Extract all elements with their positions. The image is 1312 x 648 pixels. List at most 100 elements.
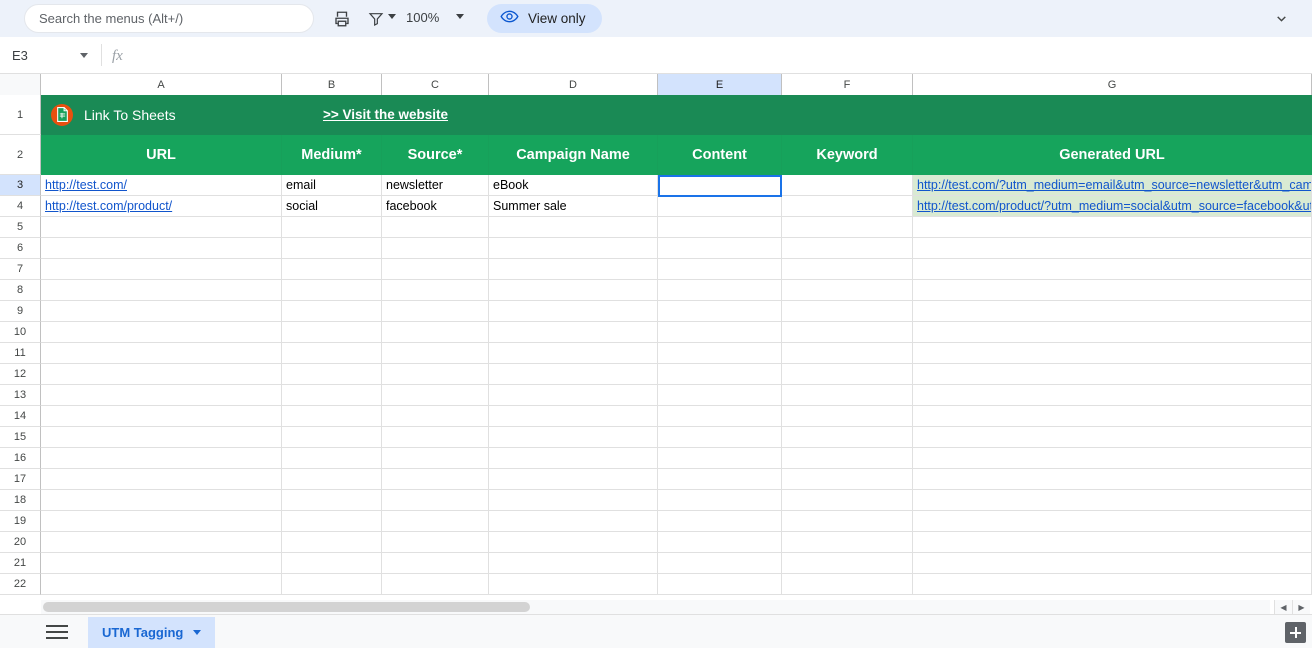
cell-g21[interactable] bbox=[913, 553, 1312, 574]
cell-d15[interactable] bbox=[489, 427, 658, 448]
cell-a17[interactable] bbox=[41, 469, 282, 490]
cell-e10[interactable] bbox=[658, 322, 782, 343]
cell-c21[interactable] bbox=[382, 553, 489, 574]
cell-e4[interactable] bbox=[658, 196, 782, 217]
cell-e9[interactable] bbox=[658, 301, 782, 322]
row-header-1[interactable]: 1 bbox=[0, 95, 41, 135]
row-header-12[interactable]: 12 bbox=[0, 364, 41, 385]
spreadsheet-grid[interactable]: A B C D E F G 1 2 3 4 5 6 7 8 9 10 11 12… bbox=[0, 74, 1312, 598]
cell-e15[interactable] bbox=[658, 427, 782, 448]
cell-d5[interactable] bbox=[489, 217, 658, 238]
cell-d12[interactable] bbox=[489, 364, 658, 385]
row-header-21[interactable]: 21 bbox=[0, 553, 41, 574]
cell-a3[interactable]: http://test.com/ bbox=[41, 175, 282, 196]
cell-b1-visit-link[interactable]: >> Visit the website bbox=[282, 95, 489, 135]
column-header-f[interactable]: F bbox=[782, 74, 913, 95]
cell-d6[interactable] bbox=[489, 238, 658, 259]
view-only-button[interactable]: View only bbox=[487, 4, 602, 33]
cell-g2-header[interactable]: Generated URL bbox=[913, 135, 1312, 175]
hamburger-menu-icon[interactable] bbox=[46, 625, 68, 640]
cell-g15[interactable] bbox=[913, 427, 1312, 448]
cell-e20[interactable] bbox=[658, 532, 782, 553]
cell-f22[interactable] bbox=[782, 574, 913, 595]
cell-f20[interactable] bbox=[782, 532, 913, 553]
cell-e5[interactable] bbox=[658, 217, 782, 238]
cell-a7[interactable] bbox=[41, 259, 282, 280]
cell-f11[interactable] bbox=[782, 343, 913, 364]
cell-d19[interactable] bbox=[489, 511, 658, 532]
cell-e21[interactable] bbox=[658, 553, 782, 574]
cell-c22[interactable] bbox=[382, 574, 489, 595]
cell-f6[interactable] bbox=[782, 238, 913, 259]
cell-b6[interactable] bbox=[282, 238, 382, 259]
cell-e19[interactable] bbox=[658, 511, 782, 532]
cell-d14[interactable] bbox=[489, 406, 658, 427]
cell-c9[interactable] bbox=[382, 301, 489, 322]
cell-a19[interactable] bbox=[41, 511, 282, 532]
cell-e2-header[interactable]: Content bbox=[658, 135, 782, 175]
cell-f13[interactable] bbox=[782, 385, 913, 406]
cell-a1-brand[interactable]: Link To Sheets bbox=[41, 95, 282, 135]
cell-f14[interactable] bbox=[782, 406, 913, 427]
cell-d13[interactable] bbox=[489, 385, 658, 406]
row-header-13[interactable]: 13 bbox=[0, 385, 41, 406]
cell-g12[interactable] bbox=[913, 364, 1312, 385]
cell-c4[interactable]: facebook bbox=[382, 196, 489, 217]
cell-a5[interactable] bbox=[41, 217, 282, 238]
cell-g9[interactable] bbox=[913, 301, 1312, 322]
row-header-19[interactable]: 19 bbox=[0, 511, 41, 532]
cell-g11[interactable] bbox=[913, 343, 1312, 364]
cell-g10[interactable] bbox=[913, 322, 1312, 343]
cell-f10[interactable] bbox=[782, 322, 913, 343]
cell-a14[interactable] bbox=[41, 406, 282, 427]
cell-e7[interactable] bbox=[658, 259, 782, 280]
cell-a3-link[interactable]: http://test.com/ bbox=[45, 178, 127, 192]
cell-a6[interactable] bbox=[41, 238, 282, 259]
cell-e1[interactable] bbox=[658, 95, 782, 135]
row-header-4[interactable]: 4 bbox=[0, 196, 41, 217]
zoom-level-label[interactable]: 100% bbox=[406, 10, 439, 25]
filter-icon[interactable] bbox=[366, 9, 386, 29]
row-header-11[interactable]: 11 bbox=[0, 343, 41, 364]
cell-g22[interactable] bbox=[913, 574, 1312, 595]
zoom-dropdown-caret-icon[interactable] bbox=[456, 14, 464, 19]
cell-a22[interactable] bbox=[41, 574, 282, 595]
row-header-3[interactable]: 3 bbox=[0, 175, 41, 196]
cell-g16[interactable] bbox=[913, 448, 1312, 469]
cell-b17[interactable] bbox=[282, 469, 382, 490]
cell-b3[interactable]: email bbox=[282, 175, 382, 196]
cell-g19[interactable] bbox=[913, 511, 1312, 532]
cell-d11[interactable] bbox=[489, 343, 658, 364]
cell-g18[interactable] bbox=[913, 490, 1312, 511]
cell-a21[interactable] bbox=[41, 553, 282, 574]
cell-e14[interactable] bbox=[658, 406, 782, 427]
cell-e11[interactable] bbox=[658, 343, 782, 364]
cell-e8[interactable] bbox=[658, 280, 782, 301]
cell-c7[interactable] bbox=[382, 259, 489, 280]
column-header-c[interactable]: C bbox=[382, 74, 489, 95]
cell-c3[interactable]: newsletter bbox=[382, 175, 489, 196]
cell-c19[interactable] bbox=[382, 511, 489, 532]
chevron-down-icon[interactable] bbox=[193, 630, 202, 635]
cell-g1[interactable] bbox=[913, 95, 1312, 135]
cell-f9[interactable] bbox=[782, 301, 913, 322]
cell-f17[interactable] bbox=[782, 469, 913, 490]
row-header-5[interactable]: 5 bbox=[0, 217, 41, 238]
cell-c20[interactable] bbox=[382, 532, 489, 553]
row-header-9[interactable]: 9 bbox=[0, 301, 41, 322]
cell-f7[interactable] bbox=[782, 259, 913, 280]
cell-c8[interactable] bbox=[382, 280, 489, 301]
name-box-caret-icon[interactable] bbox=[80, 53, 88, 58]
cell-g20[interactable] bbox=[913, 532, 1312, 553]
cell-b7[interactable] bbox=[282, 259, 382, 280]
row-header-16[interactable]: 16 bbox=[0, 448, 41, 469]
row-header-6[interactable]: 6 bbox=[0, 238, 41, 259]
cell-a10[interactable] bbox=[41, 322, 282, 343]
search-menus-box[interactable] bbox=[24, 4, 314, 33]
column-header-d[interactable]: D bbox=[489, 74, 658, 95]
cell-b13[interactable] bbox=[282, 385, 382, 406]
cell-f18[interactable] bbox=[782, 490, 913, 511]
cell-g8[interactable] bbox=[913, 280, 1312, 301]
horizontal-scrollbar-thumb[interactable] bbox=[43, 602, 530, 612]
cell-d4[interactable]: Summer sale bbox=[489, 196, 658, 217]
